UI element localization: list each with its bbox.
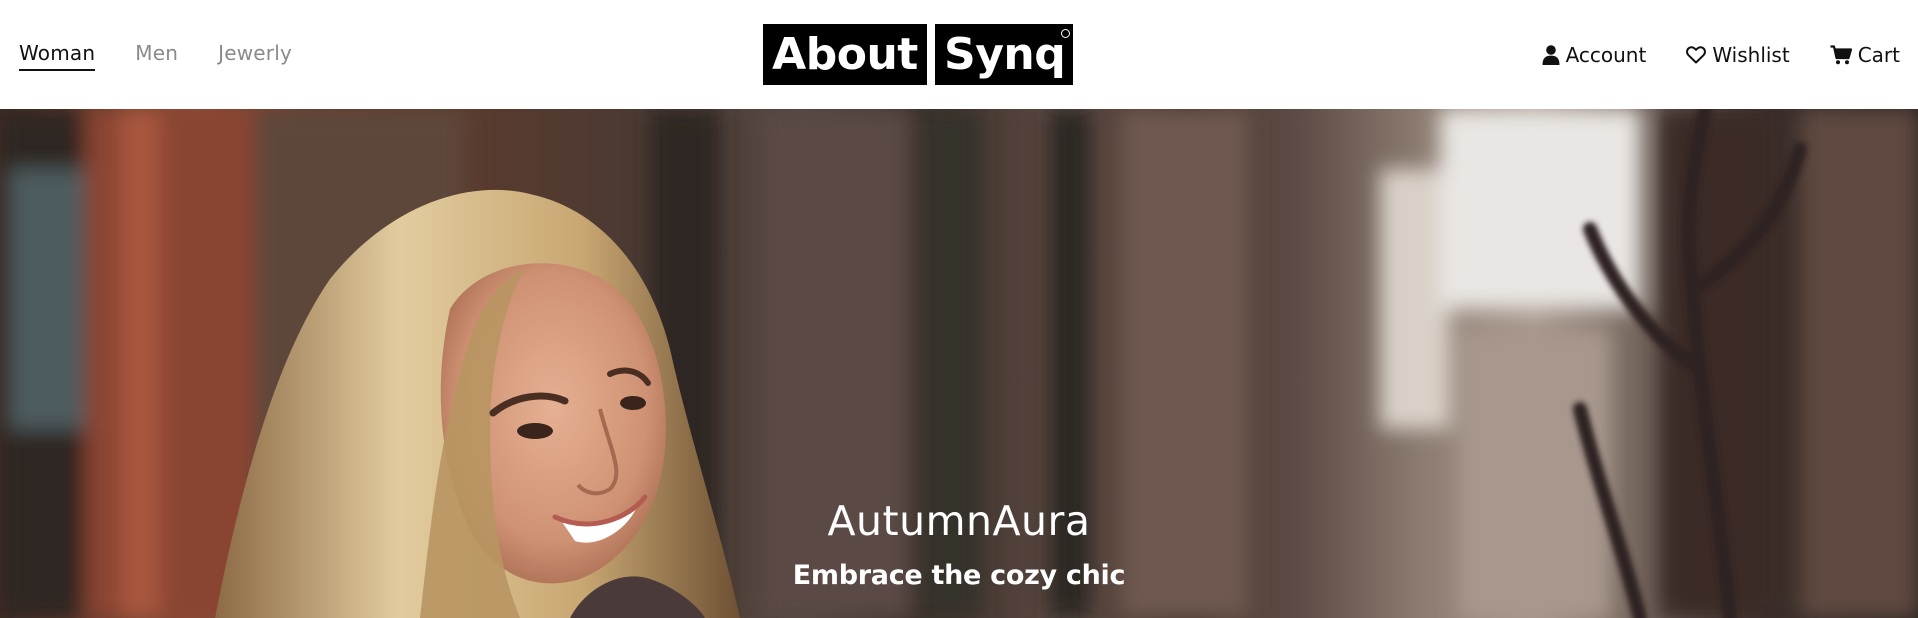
user-icon	[1542, 44, 1560, 65]
wishlist-label: Wishlist	[1712, 42, 1790, 67]
nav-men-link[interactable]: Men	[135, 41, 178, 69]
nav-jewerly-link[interactable]: Jewerly	[218, 41, 292, 69]
category-nav: Woman Men Jewerly	[19, 0, 292, 109]
logo-synq: Synq	[944, 29, 1066, 80]
hero-banner[interactable]: AutumnAura Embrace the cozy chic	[0, 109, 1918, 618]
account-label: Account	[1565, 42, 1647, 67]
logo-about: About	[763, 24, 927, 85]
account-button[interactable]: Account	[1542, 42, 1647, 67]
logo-synq-box: Synq	[935, 24, 1073, 85]
cart-icon	[1830, 44, 1852, 65]
heart-icon	[1686, 45, 1707, 64]
brand-logo[interactable]: About Synq	[763, 24, 1073, 85]
cart-label: Cart	[1857, 42, 1900, 67]
site-header: Woman Men Jewerly About Synq Account Wis…	[0, 0, 1918, 109]
user-nav: Account Wishlist Cart	[1542, 0, 1900, 109]
wishlist-button[interactable]: Wishlist	[1686, 42, 1790, 67]
hero-subtitle: Embrace the cozy chic	[792, 560, 1126, 591]
cart-button[interactable]: Cart	[1830, 43, 1900, 67]
hero-title: AutumnAura	[827, 497, 1091, 545]
nav-woman-link[interactable]: Woman	[19, 41, 96, 71]
registered-mark-icon	[1061, 29, 1070, 38]
